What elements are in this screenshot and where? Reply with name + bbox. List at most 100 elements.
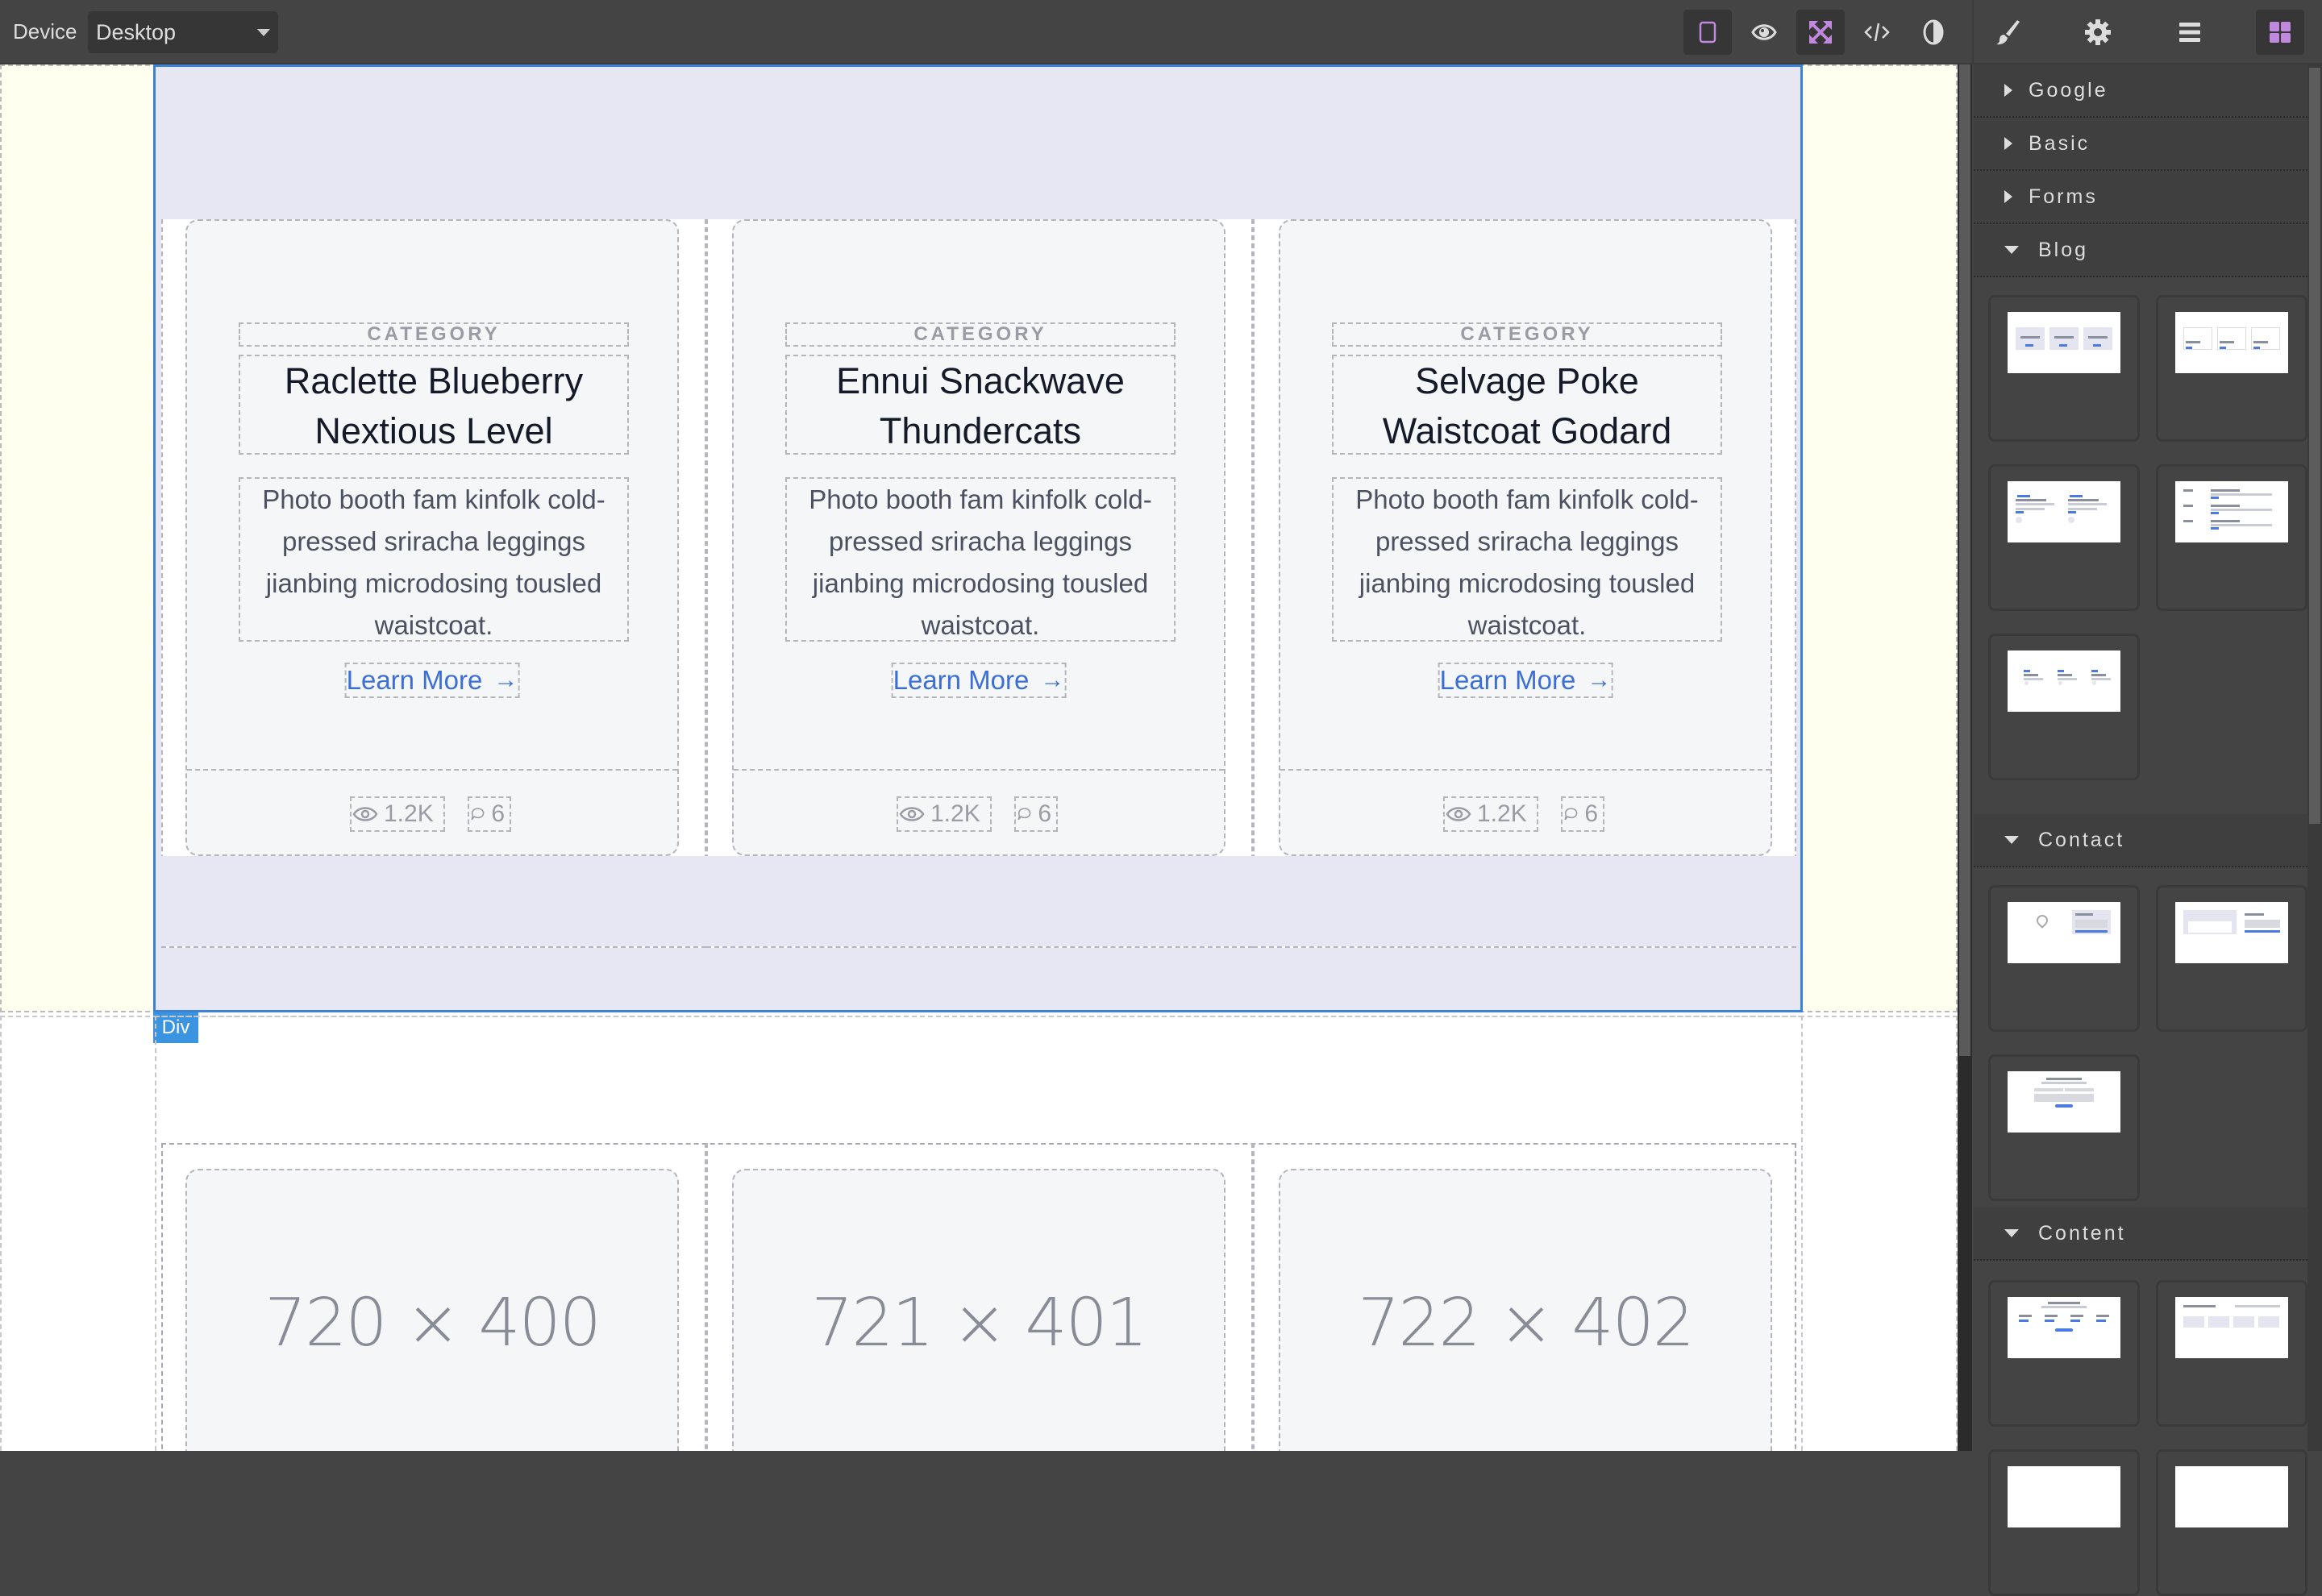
eye-icon (899, 807, 925, 821)
toolbar-separator (1972, 0, 1974, 64)
learn-more-link[interactable]: Learn More → (1438, 663, 1613, 698)
caret-right-icon (2004, 137, 2012, 150)
device-label: Device (13, 19, 77, 44)
comment-icon (1564, 808, 1578, 821)
learn-more-label: Learn More (346, 665, 483, 695)
block-contact-2[interactable] (2156, 885, 2307, 1032)
category-blog[interactable]: Blog (1974, 224, 2307, 277)
column-divider (705, 1143, 708, 1451)
card-description: Photo booth fam kinfolk cold-pressed sri… (239, 477, 629, 642)
block-contact-3[interactable] (1988, 1054, 2140, 1201)
grid-blocks-icon (2270, 22, 2291, 43)
canvas-scrollbar-thumb[interactable] (1959, 64, 1970, 1056)
square-outline-icon (1699, 21, 1717, 44)
editor-canvas[interactable]: CATEGORY Raclette Blueberry Nextious Lev… (0, 64, 1958, 1451)
views-stat: 1.2K (350, 796, 445, 832)
expand-arrows-icon (1809, 21, 1832, 44)
layer-manager-button[interactable] (2166, 10, 2214, 55)
block-thumbnail (2175, 1297, 2288, 1358)
views-stat: 1.2K (897, 796, 992, 832)
block-thumbnail (2008, 1297, 2120, 1358)
style-manager-button[interactable] (1983, 10, 2032, 55)
eye-icon (352, 807, 378, 821)
card-footer: 1.2K 6 (734, 769, 1224, 856)
card-footer: 1.2K 6 (1280, 769, 1771, 856)
category-google[interactable]: Google (1974, 64, 2307, 118)
block-thumbnail (2175, 312, 2288, 373)
card-category: CATEGORY (785, 322, 1176, 347)
device-select[interactable]: Desktop (88, 11, 278, 53)
panel-scrollbar[interactable] (2307, 64, 2322, 1451)
panel-scrollbar-thumb[interactable] (2309, 68, 2320, 824)
card-description: Photo booth fam kinfolk cold-pressed sri… (785, 477, 1176, 642)
blog-card[interactable]: CATEGORY Selvage Poke Waistcoat Godard P… (1279, 219, 1772, 856)
category-forms[interactable]: Forms (1974, 171, 2307, 224)
learn-more-link[interactable]: Learn More → (891, 663, 1067, 698)
block-content-4[interactable] (2156, 1449, 2307, 1596)
blocks-panel: Google Basic Forms Blog Contact Content (1974, 64, 2322, 1596)
blog-card[interactable]: CATEGORY Ennui Snackwave Thundercats Pho… (732, 219, 1226, 856)
comments-stat: 6 (1014, 796, 1058, 832)
image-placeholder-card[interactable]: 722 × 402 (1279, 1169, 1772, 1451)
settings-button[interactable] (2074, 10, 2122, 55)
blog-card[interactable]: CATEGORY Raclette Blueberry Nextious Lev… (185, 219, 679, 856)
learn-more-link[interactable]: Learn More → (344, 663, 520, 698)
category-contact[interactable]: Contact (1974, 814, 2307, 867)
card-footer: 1.2K 6 (187, 769, 677, 856)
block-thumbnail (2008, 481, 2120, 542)
canvas-scrollbar[interactable] (1958, 64, 1972, 1451)
blocks-button[interactable] (2256, 10, 2304, 55)
caret-down-icon (2004, 836, 2019, 844)
code-icon (1864, 23, 1890, 42)
category-label: Content (2038, 1221, 2126, 1245)
card-title: Raclette Blueberry Nextious Level (239, 355, 629, 455)
image-placeholder-card[interactable]: 721 × 401 (732, 1169, 1226, 1451)
block-thumbnail (2175, 902, 2288, 963)
category-label: Blog (2038, 238, 2089, 261)
column-divider (1251, 1143, 1255, 1451)
block-blog-4[interactable] (2156, 464, 2307, 611)
export-code-button[interactable] (1853, 10, 1901, 55)
card-title: Ennui Snackwave Thundercats (785, 355, 1176, 455)
block-content-1[interactable] (1988, 1280, 2140, 1427)
placeholder-size-label: 720 × 400 (264, 1285, 601, 1361)
learn-more-label: Learn More (893, 665, 1030, 695)
block-blog-3[interactable] (1988, 464, 2140, 611)
arrow-right-icon: → (1040, 667, 1065, 693)
comments-count: 6 (1038, 800, 1051, 827)
caret-down-icon (257, 29, 270, 36)
fullscreen-button[interactable] (1796, 10, 1845, 55)
category-label: Contact (2038, 828, 2125, 851)
eye-icon (1446, 807, 1471, 821)
arrow-right-icon: → (493, 667, 518, 693)
block-thumbnail (2008, 312, 2120, 373)
caret-right-icon (2004, 84, 2012, 97)
image-placeholder-card[interactable]: 720 × 400 (185, 1169, 679, 1451)
block-blog-1[interactable] (1988, 295, 2140, 442)
preview-button[interactable] (1740, 10, 1788, 55)
comments-stat: 6 (1561, 796, 1604, 832)
views-count: 1.2K (384, 800, 434, 827)
block-thumbnail (2008, 1466, 2120, 1527)
contrast-button[interactable] (1909, 10, 1958, 55)
block-blog-2[interactable] (2156, 295, 2307, 442)
block-blog-5[interactable] (1988, 634, 2140, 780)
block-content-2[interactable] (2156, 1280, 2307, 1427)
block-thumbnail (2008, 650, 2120, 712)
card-title: Selvage Poke Waistcoat Godard (1332, 355, 1722, 455)
arrow-right-icon: → (1587, 667, 1612, 693)
comment-icon (471, 808, 485, 821)
card-category: CATEGORY (239, 322, 629, 347)
block-thumbnail (2008, 1071, 2120, 1133)
category-content[interactable]: Content (1974, 1207, 2307, 1261)
contrast-icon (1923, 19, 1944, 45)
block-content-3[interactable] (1988, 1449, 2140, 1596)
sw-visibility-button[interactable] (1683, 10, 1732, 55)
card-category: CATEGORY (1332, 322, 1722, 347)
block-contact-1[interactable] (1988, 885, 2140, 1032)
category-label: Basic (2029, 131, 2091, 155)
comments-count: 6 (491, 800, 505, 827)
block-thumbnail (2175, 481, 2288, 542)
category-basic[interactable]: Basic (1974, 118, 2307, 171)
placeholder-size-label: 721 × 401 (811, 1285, 1148, 1361)
